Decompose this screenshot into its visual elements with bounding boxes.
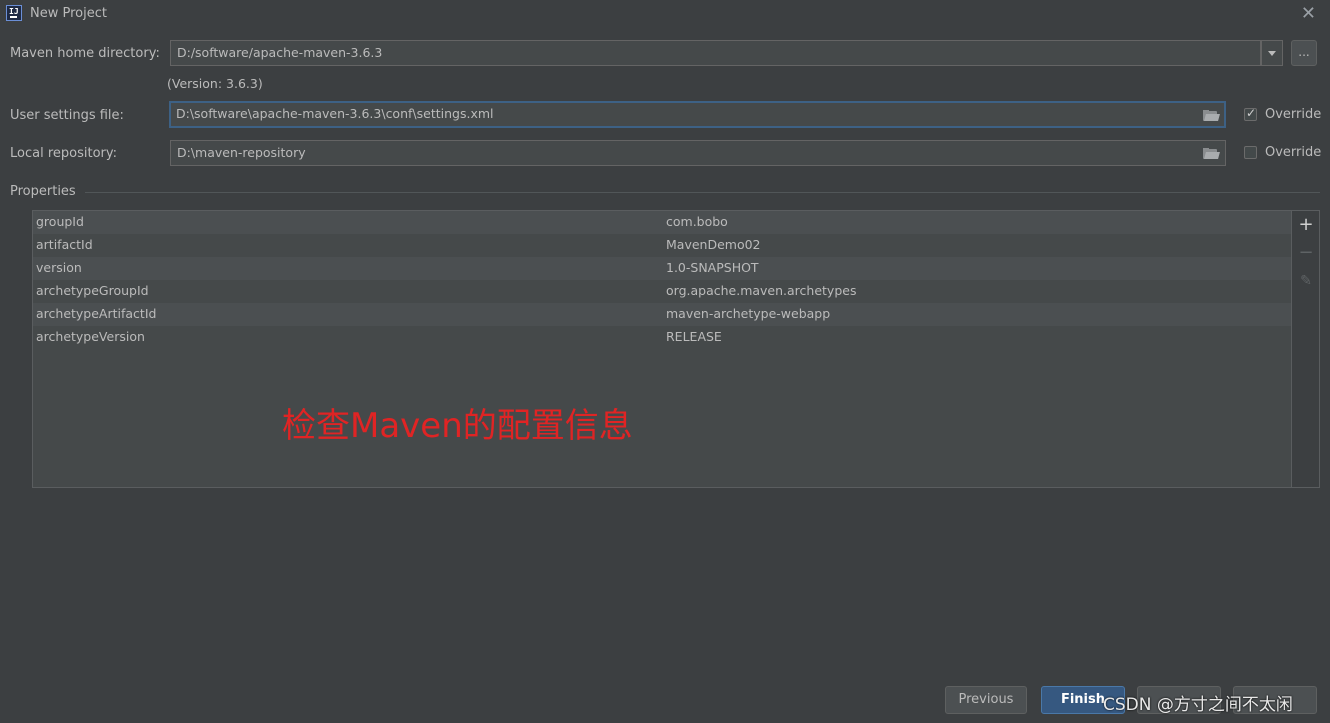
property-key: archetypeVersion [36,329,145,344]
settings-override-checkbox[interactable] [1244,106,1257,121]
property-value[interactable]: RELEASE [666,329,722,344]
annotation-text: 检查Maven的配置信息 [282,406,633,446]
edit-pencil-icon[interactable]: ✎ [1298,273,1314,289]
table-row[interactable]: archetypeArtifactId maven-archetype-weba… [33,303,1291,326]
local-repository-label: Local repository: [10,146,117,161]
property-value[interactable]: com.bobo [666,214,728,229]
browse-button[interactable]: ... [1291,40,1317,66]
property-key: archetypeGroupId [36,283,149,298]
table-row[interactable]: groupId com.bobo [33,211,1291,234]
csdn-watermark: CSDN @方寸之间不太闲 [1103,695,1293,715]
table-row[interactable]: version 1.0-SNAPSHOT [33,257,1291,280]
property-key: artifactId [36,237,93,252]
property-value[interactable]: MavenDemo02 [666,237,761,252]
table-row[interactable]: archetypeGroupId org.apache.maven.archet… [33,280,1291,303]
table-toolbar: + − ✎ [1292,210,1320,488]
properties-table: groupId com.bobo artifactId MavenDemo02 … [32,210,1292,488]
table-row[interactable]: archetypeVersion RELEASE [33,326,1291,349]
table-row[interactable]: artifactId MavenDemo02 [33,234,1291,257]
property-key: archetypeArtifactId [36,306,157,321]
maven-home-label: Maven home directory: [10,46,160,61]
repo-override-label: Override [1265,145,1322,160]
folder-icon[interactable] [1203,110,1220,121]
maven-version-note: (Version: 3.6.3) [167,76,263,91]
folder-icon[interactable] [1203,148,1220,159]
title-bar: IJ New Project ✕ [0,0,1330,28]
local-repository-field[interactable]: D:\maven-repository [170,140,1226,166]
properties-section-title: Properties [10,184,76,199]
property-key: version [36,260,82,275]
user-settings-label: User settings file: [10,108,124,123]
close-icon[interactable]: ✕ [1301,3,1316,24]
remove-icon[interactable]: − [1298,244,1314,262]
property-value[interactable]: maven-archetype-webapp [666,306,830,321]
property-value[interactable]: org.apache.maven.archetypes [666,283,856,298]
add-icon[interactable]: + [1298,216,1314,234]
intellij-logo-icon: IJ [6,5,22,21]
property-key: groupId [36,214,84,229]
repo-override-checkbox[interactable] [1244,146,1257,159]
window-title: New Project [30,6,107,21]
previous-button[interactable]: Previous [945,686,1027,714]
user-settings-field[interactable]: D:\software\apache-maven-3.6.3\conf\sett… [169,101,1226,128]
settings-override-label: Override [1265,107,1322,122]
property-value[interactable]: 1.0-SNAPSHOT [666,260,759,275]
section-divider [85,192,1320,193]
maven-home-combobox[interactable]: D:/software/apache-maven-3.6.3 [170,40,1261,66]
chevron-down-icon[interactable] [1261,40,1283,66]
